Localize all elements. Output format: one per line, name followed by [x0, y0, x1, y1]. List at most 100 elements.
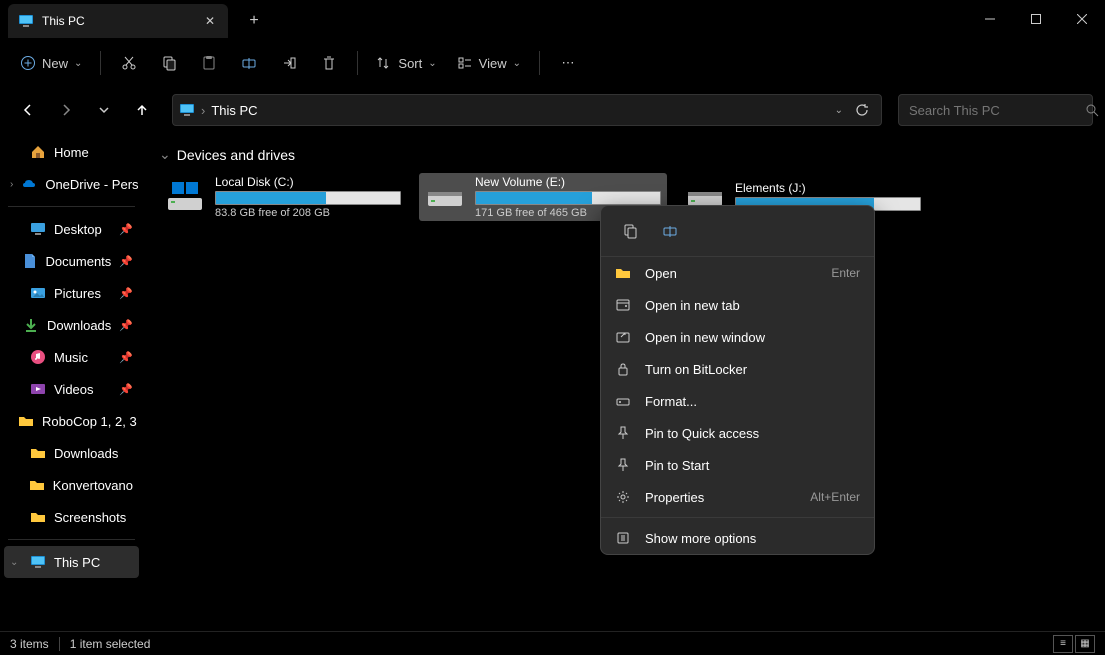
toolbar: New ⌄ Sort ⌄ View ⌄ ⋯: [0, 38, 1105, 88]
video-icon: [30, 381, 46, 397]
drive-usage-bar: [215, 191, 401, 205]
status-item-count: 3 items: [10, 637, 49, 651]
details-view-toggle[interactable]: ≡: [1053, 635, 1073, 653]
window-controls: [967, 0, 1105, 38]
address-bar[interactable]: › This PC ⌄: [172, 94, 882, 126]
copy-icon: [161, 55, 177, 71]
sidebar-label: This PC: [54, 555, 100, 570]
ctx-format[interactable]: Format...: [601, 385, 874, 417]
ctx-pin-quick[interactable]: Pin to Quick access: [601, 417, 874, 449]
sidebar-label: Desktop: [54, 222, 102, 237]
status-bar: 3 items 1 item selected ≡ ▦: [0, 631, 1105, 655]
ctx-bitlocker[interactable]: Turn on BitLocker: [601, 353, 874, 385]
paste-button[interactable]: [191, 46, 227, 80]
view-button[interactable]: View ⌄: [449, 46, 529, 80]
sort-icon: [376, 55, 392, 71]
group-header-devices[interactable]: ⌄ Devices and drives: [159, 140, 1091, 173]
sidebar-item-konvertovano[interactable]: Konvertovano: [4, 469, 139, 501]
ctx-label: Pin to Quick access: [645, 426, 759, 441]
chevron-down-icon[interactable]: ⌄: [835, 105, 843, 116]
pictures-icon: [30, 285, 46, 301]
new-window-icon: [615, 329, 631, 345]
ctx-pin-start[interactable]: Pin to Start: [601, 449, 874, 481]
ctx-open[interactable]: Open Enter: [601, 257, 874, 289]
drive-name: New Volume (E:): [475, 175, 661, 189]
pin-icon: 📌: [119, 255, 133, 268]
view-toggles: ≡ ▦: [1053, 635, 1095, 653]
drive-os-icon: [165, 177, 205, 217]
search-bar[interactable]: [898, 94, 1093, 126]
sidebar-item-robocop[interactable]: RoboCop 1, 2, 3: [4, 405, 139, 437]
new-label: New: [42, 56, 68, 71]
sidebar-item-desktop[interactable]: Desktop 📌: [4, 213, 139, 245]
ellipsis-icon: ⋯: [561, 55, 574, 71]
copy-icon: [622, 223, 638, 239]
new-button[interactable]: New ⌄: [12, 46, 90, 80]
back-button[interactable]: [12, 94, 44, 126]
copy-button[interactable]: [151, 46, 187, 80]
more-button[interactable]: ⋯: [550, 46, 586, 80]
sidebar-item-pictures[interactable]: Pictures 📌: [4, 277, 139, 309]
ctx-open-new-window[interactable]: Open in new window: [601, 321, 874, 353]
desktop-icon: [30, 221, 46, 237]
sidebar-label: RoboCop 1, 2, 3: [42, 414, 137, 429]
sidebar-item-music[interactable]: Music 📌: [4, 341, 139, 373]
sidebar-item-downloads2[interactable]: Downloads: [4, 437, 139, 469]
folder-icon: [30, 445, 46, 461]
drive-info: Local Disk (C:) 83.8 GB free of 208 GB: [215, 175, 401, 219]
sidebar-item-downloads[interactable]: Downloads 📌: [4, 309, 139, 341]
tab-this-pc[interactable]: This PC ✕: [8, 4, 228, 38]
drive-icon: [425, 177, 465, 217]
ctx-label: Show more options: [645, 531, 756, 546]
trash-icon: [321, 55, 337, 71]
close-icon[interactable]: ✕: [202, 13, 218, 29]
chevron-right-icon: ›: [10, 179, 13, 190]
separator: [601, 517, 874, 518]
tiles-view-toggle[interactable]: ▦: [1075, 635, 1095, 653]
rename-button[interactable]: [231, 46, 267, 80]
share-button[interactable]: [271, 46, 307, 80]
sidebar-item-this-pc[interactable]: ⌄ This PC: [4, 546, 139, 578]
sidebar-item-documents[interactable]: Documents 📌: [4, 245, 139, 277]
ctx-open-new-tab[interactable]: Open in new tab: [601, 289, 874, 321]
view-icon: [457, 55, 473, 71]
cut-button[interactable]: [111, 46, 147, 80]
sidebar-item-screenshots[interactable]: Screenshots: [4, 501, 139, 533]
chevron-down-icon: ⌄: [74, 58, 82, 69]
ctx-label: Turn on BitLocker: [645, 362, 747, 377]
drive-format-icon: [615, 393, 631, 409]
separator: [8, 206, 135, 207]
sidebar-item-onedrive[interactable]: › OneDrive - Pers: [4, 168, 139, 200]
sidebar-label: Screenshots: [54, 510, 126, 525]
ctx-copy-button[interactable]: [615, 216, 645, 246]
sidebar-item-videos[interactable]: Videos 📌: [4, 373, 139, 405]
minimize-button[interactable]: [967, 0, 1013, 38]
search-input[interactable]: [909, 103, 1085, 118]
forward-button[interactable]: [50, 94, 82, 126]
new-tab-button[interactable]: +: [238, 5, 270, 37]
status-selected-count: 1 item selected: [70, 637, 151, 651]
ctx-rename-button[interactable]: [655, 216, 685, 246]
up-button[interactable]: [126, 94, 158, 126]
maximize-button[interactable]: [1013, 0, 1059, 38]
drive-local-c[interactable]: Local Disk (C:) 83.8 GB free of 208 GB: [159, 173, 407, 221]
monitor-icon: [30, 554, 46, 570]
close-window-button[interactable]: [1059, 0, 1105, 38]
delete-button[interactable]: [311, 46, 347, 80]
sidebar-item-home[interactable]: Home: [4, 136, 139, 168]
chevron-down-icon: ⌄: [159, 146, 171, 163]
ctx-properties[interactable]: Properties Alt+Enter: [601, 481, 874, 513]
music-icon: [30, 349, 46, 365]
ctx-show-more[interactable]: Show more options: [601, 522, 874, 554]
pin-icon: 📌: [119, 319, 133, 332]
sidebar: Home › OneDrive - Pers Desktop 📌 Documen…: [0, 132, 145, 632]
refresh-button[interactable]: [849, 94, 875, 126]
sidebar-label: Konvertovano: [53, 478, 133, 493]
breadcrumb-separator: ›: [201, 103, 205, 118]
chevron-down-icon: ⌄: [428, 58, 436, 69]
chevron-down-icon: ⌄: [513, 58, 521, 69]
sort-button[interactable]: Sort ⌄: [368, 46, 444, 80]
breadcrumb-location[interactable]: This PC: [211, 103, 257, 118]
folder-icon: [30, 509, 46, 525]
recent-button[interactable]: [88, 94, 120, 126]
